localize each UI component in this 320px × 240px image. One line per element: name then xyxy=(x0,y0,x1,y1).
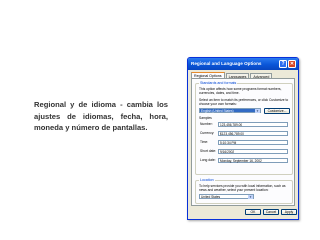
close-button[interactable]: ✕ xyxy=(288,60,296,68)
caption-text: Regional y de idioma - cambia los ajuste… xyxy=(34,100,168,132)
sample-short-date-value: 9/16/2002 xyxy=(218,149,288,154)
dialog-title: Regional and Language Options xyxy=(191,61,262,66)
standards-heading: Standards and formats xyxy=(199,81,238,86)
title-bar[interactable]: Regional and Language Options ? ✕ xyxy=(188,58,298,70)
standards-description: This option affects how some programs fo… xyxy=(199,87,282,96)
sample-time-value: 5:10:34 PM xyxy=(218,140,288,145)
chevron-down-icon: ▼ xyxy=(248,195,253,200)
sample-long-date-label: Long date: xyxy=(200,158,216,162)
sample-currency-value: $123,456,789.00 xyxy=(218,131,288,136)
location-description: To help services provide you with local … xyxy=(199,184,286,193)
format-select-value: English (United States) xyxy=(201,109,234,113)
tab-strip: Regional Options Languages Advanced xyxy=(188,70,298,79)
sample-short-date-label: Short date: xyxy=(200,149,217,153)
customize-button[interactable]: Customize... xyxy=(264,107,290,114)
help-button[interactable]: ? xyxy=(279,60,287,68)
sample-currency-label: Currency: xyxy=(200,131,215,135)
ok-button[interactable]: OK xyxy=(245,209,261,215)
sample-number-value: 123,456,789.00 xyxy=(218,122,288,127)
location-select-value: United States xyxy=(201,195,221,199)
regional-options-panel: Standards and formats This option affect… xyxy=(191,78,295,206)
standards-instruction: Select an item to match its preferences,… xyxy=(199,98,289,107)
location-select[interactable]: United States ▼ xyxy=(199,194,254,200)
sample-number-label: Number: xyxy=(200,122,213,126)
standards-group: Standards and formats This option affect… xyxy=(195,81,293,175)
location-group: Location To help services provide you wi… xyxy=(195,178,293,204)
cancel-button[interactable]: Cancel xyxy=(263,209,279,215)
format-select[interactable]: English (United States) ▼ xyxy=(199,108,261,114)
regional-language-dialog: Regional and Language Options ? ✕ Region… xyxy=(187,57,299,220)
chevron-down-icon: ▼ xyxy=(255,109,260,114)
location-heading: Location xyxy=(199,178,215,183)
apply-button[interactable]: Apply xyxy=(281,209,297,215)
sample-time-label: Time: xyxy=(200,140,209,144)
sample-long-date-value: Monday, September 16, 2002 xyxy=(218,158,288,163)
samples-label: Samples xyxy=(199,116,212,120)
